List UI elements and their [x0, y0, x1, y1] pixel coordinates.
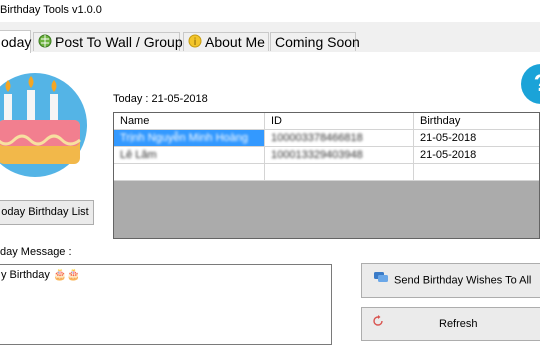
- message-label: day Message :: [0, 246, 72, 258]
- row-name: Trịnh Nguyễn Minh Hoàng: [120, 132, 248, 144]
- tab-coming-soon[interactable]: Coming Soon: [270, 32, 360, 51]
- send-message-icon: [374, 264, 388, 297]
- column-header-id[interactable]: ID: [265, 113, 414, 130]
- tab-strip: oday Post To Wall / Groups i About Me Co…: [0, 30, 540, 53]
- birthday-table[interactable]: Name ID Birthday Trịnh Nguyễn Minh Hoàng…: [113, 112, 540, 239]
- row-birthday: 21-05-2018: [414, 130, 539, 147]
- message-text: y Birthday 🎂🎂: [1, 269, 81, 281]
- message-textarea[interactable]: y Birthday 🎂🎂: [0, 264, 332, 345]
- globe-icon: [38, 34, 52, 53]
- info-icon: i: [188, 34, 202, 53]
- row-id: 100013329403948: [271, 149, 363, 161]
- table-row[interactable]: Trịnh Nguyễn Minh Hoàng 100003378466818 …: [114, 130, 539, 147]
- column-header-name[interactable]: Name: [114, 113, 265, 130]
- column-header-birthday[interactable]: Birthday: [414, 113, 539, 130]
- table-row[interactable]: Lê Lâm 100013329403948 21-05-2018: [114, 147, 539, 164]
- tab-today[interactable]: oday: [0, 30, 31, 53]
- refresh-button[interactable]: Refresh: [361, 307, 540, 341]
- svg-text:i: i: [194, 37, 197, 48]
- row-id: 100003378466818: [271, 132, 363, 144]
- row-name: Lê Lâm: [120, 149, 157, 161]
- today-birthday-list-button[interactable]: oday Birthday List: [0, 200, 94, 225]
- window-title: Birthday Tools v1.0.0: [0, 4, 102, 16]
- row-birthday: 21-05-2018: [414, 147, 539, 164]
- refresh-icon: [372, 308, 384, 340]
- today-date-label: Today : 21-05-2018: [113, 93, 208, 105]
- tab-post-to-wall[interactable]: Post To Wall / Groups: [33, 32, 190, 53]
- send-wishes-to-all-button[interactable]: Send Birthday Wishes To All: [361, 263, 540, 298]
- birthday-cake-image: [0, 70, 100, 180]
- table-row-empty[interactable]: [114, 164, 539, 181]
- title-bar: Birthday Tools v1.0.0: [0, 0, 540, 22]
- table-header: Name ID Birthday: [114, 113, 539, 130]
- tab-about-me[interactable]: i About Me: [183, 32, 269, 51]
